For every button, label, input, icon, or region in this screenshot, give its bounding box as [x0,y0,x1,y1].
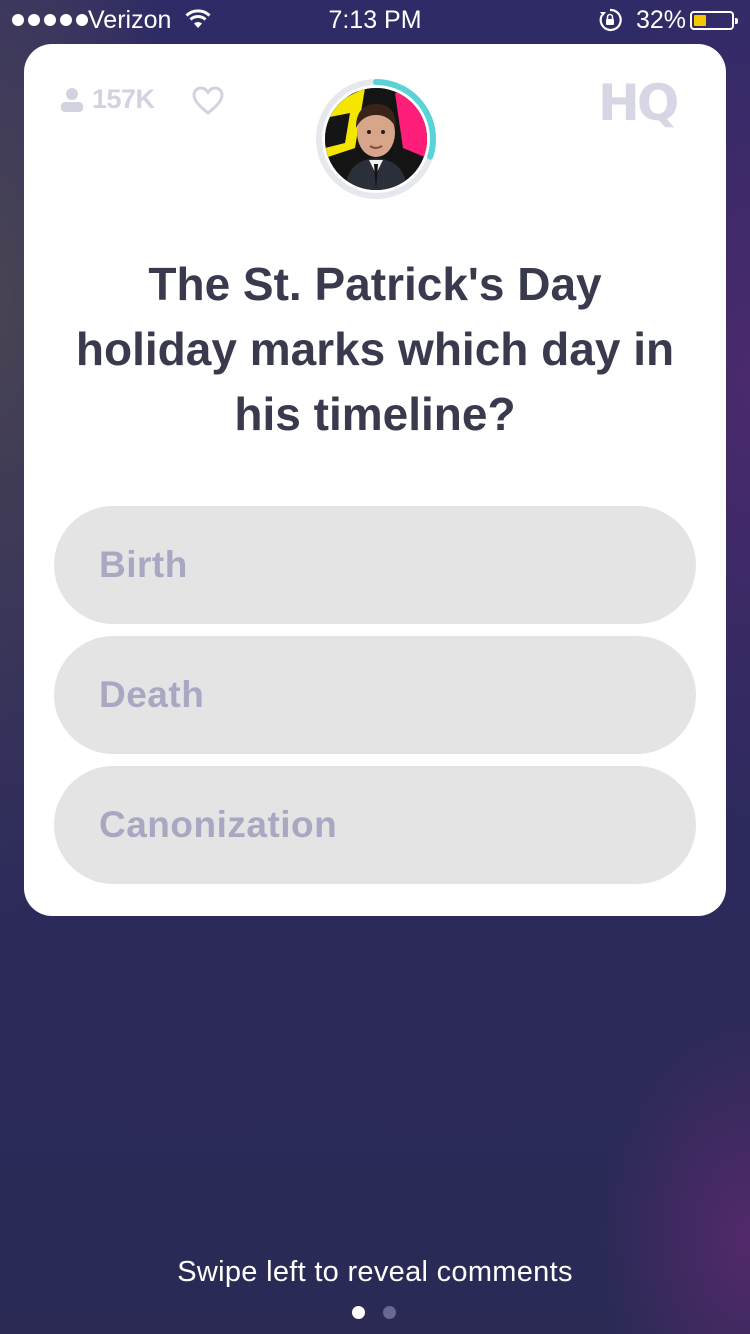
battery-icon [690,11,738,30]
host-photo [325,88,427,190]
person-icon [61,87,83,112]
answer-option-3[interactable]: Canonization [54,766,696,884]
answer-option-1[interactable]: Birth [54,506,696,624]
answer-option-2[interactable]: Death [54,636,696,754]
page-dot-1[interactable] [352,1306,365,1319]
viewer-count-label: 157K [92,84,155,114]
battery-percent: 32% [636,6,687,34]
swipe-hint: Swipe left to reveal comments [177,1256,573,1288]
question-text: The St. Patrick's Day holiday marks whic… [75,258,675,440]
heart-icon[interactable] [192,86,224,116]
page-indicator[interactable] [352,1306,396,1319]
hq-logo: HQ [598,74,679,132]
question-card: 157K HQ The St. Patrick's Day holiday ma… [24,44,726,916]
viewer-count: 157K [60,84,155,115]
orientation-lock-icon [599,8,622,32]
page-dot-2[interactable] [383,1306,396,1319]
status-bar: Verizon 7:13 PM 32% [0,0,750,40]
host-avatar [315,78,437,200]
